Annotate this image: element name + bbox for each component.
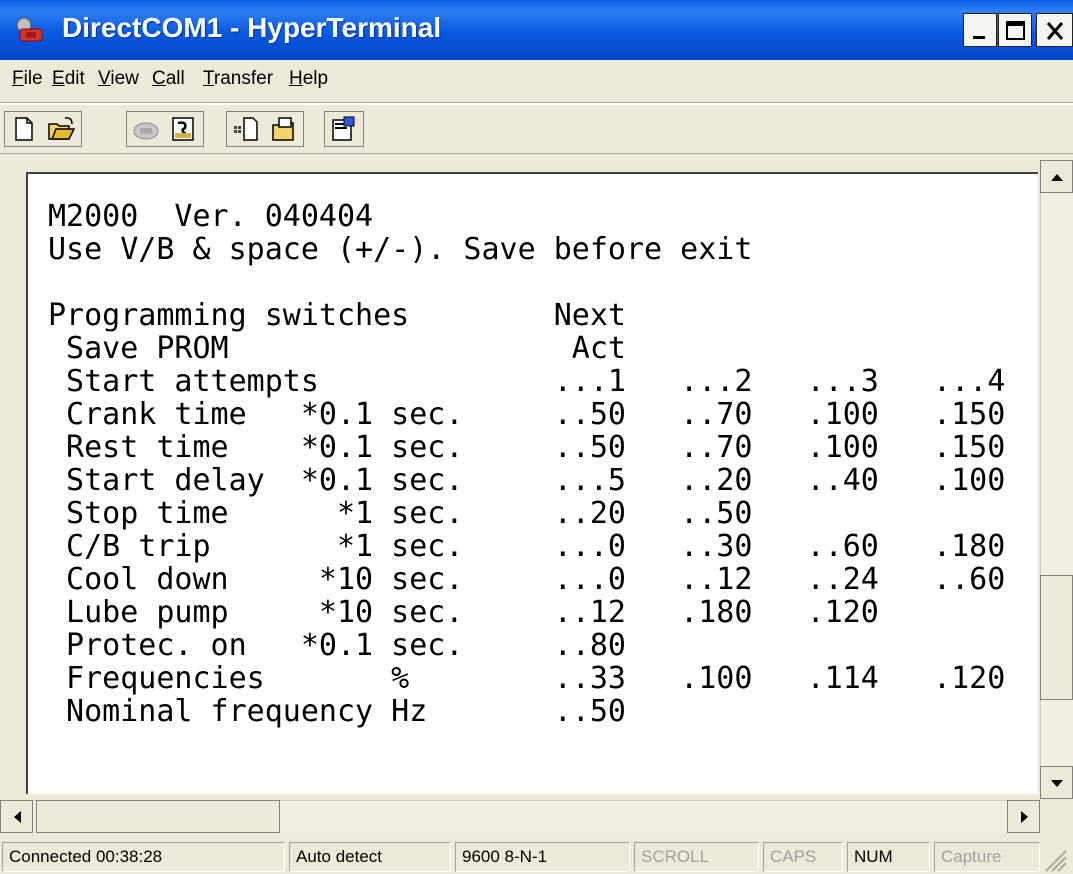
menu-view[interactable]: View xyxy=(98,68,139,90)
status-detect: Auto detect xyxy=(289,842,451,872)
status-num: NUM xyxy=(847,842,930,872)
hyperterminal-phone-icon xyxy=(16,17,43,42)
status-port-settings: 9600 8-N-1 xyxy=(455,842,630,872)
toolbar-group-file xyxy=(4,111,82,147)
terminal-line: Protec. on *0.1 sec. ..80 xyxy=(48,628,626,663)
send-icon xyxy=(234,117,258,141)
disconnect-button[interactable] xyxy=(165,112,201,146)
scroll-down-button[interactable] xyxy=(1040,766,1073,799)
vertical-scrollbar[interactable] xyxy=(1040,160,1073,798)
menu-bar: File Edit View Call Transfer Help xyxy=(0,60,1073,102)
terminal-line: Start attempts ...1 ...2 ...3 ...4 xyxy=(48,364,1006,399)
terminal-line: Nominal frequency Hz ..50 xyxy=(48,694,626,729)
resize-grip-icon[interactable] xyxy=(1040,845,1070,873)
terminal-screen[interactable]: M2000 Ver. 040404 Use V/B & space (+/-). … xyxy=(26,172,1038,794)
toolbar xyxy=(0,105,1073,154)
terminal-text: M2000 Ver. 040404 Use V/B & space (+/-). … xyxy=(48,200,1005,728)
terminal-line: Lube pump *10 sec. ..12 .180 .120 xyxy=(48,595,879,630)
call-button[interactable] xyxy=(128,112,164,146)
window-title: DirectCOM1 - HyperTerminal xyxy=(62,12,442,43)
call-icon xyxy=(133,122,159,140)
open-button[interactable] xyxy=(43,112,79,146)
status-caps: CAPS xyxy=(763,842,843,872)
new-connection-button[interactable] xyxy=(6,112,42,146)
terminal-line: M2000 Ver. 040404 xyxy=(48,199,374,234)
disconnect-icon xyxy=(172,117,194,141)
menu-edit[interactable]: Edit xyxy=(52,68,85,90)
terminal-line: C/B trip *1 sec. ...0 ..30 ..60 .180 xyxy=(48,529,1006,564)
status-connected: Connected 00:38:28 xyxy=(2,842,285,872)
menu-help[interactable]: Help xyxy=(289,68,328,90)
terminal-line: Crank time *0.1 sec. ..50 ..70 .100 .150 xyxy=(48,397,1006,432)
minimize-icon xyxy=(973,36,985,39)
properties-icon xyxy=(332,116,355,141)
menu-file[interactable]: File xyxy=(12,68,43,90)
horizontal-scroll-thumb[interactable] xyxy=(36,800,280,833)
terminal-line: Programming switches Next xyxy=(48,298,626,333)
scroll-left-button[interactable] xyxy=(0,800,33,833)
menu-call[interactable]: Call xyxy=(152,68,185,90)
up-arrow-icon xyxy=(1051,174,1063,181)
scroll-up-button[interactable] xyxy=(1040,160,1073,193)
title-bar[interactable]: DirectCOM1 - HyperTerminal xyxy=(0,0,1073,60)
receive-icon xyxy=(272,117,294,141)
vertical-scroll-thumb[interactable] xyxy=(1040,575,1073,700)
terminal-line: Cool down *10 sec. ...0 ..12 ..24 ..60 xyxy=(48,562,1006,597)
status-scroll: SCROLL xyxy=(634,842,759,872)
toolbar-group-transfer xyxy=(226,111,304,147)
terminal-line: Frequencies % ..33 .100 .114 .120 xyxy=(48,661,1006,696)
terminal-line: Save PROM Act xyxy=(48,331,626,366)
toolbar-group-call xyxy=(126,111,204,147)
new-connection-icon xyxy=(15,117,33,141)
left-arrow-icon xyxy=(14,811,21,823)
terminal-line: Rest time *0.1 sec. ..50 ..70 .100 .150 xyxy=(48,430,1006,465)
maximize-icon xyxy=(1006,21,1025,40)
scrollbar-corner xyxy=(1040,800,1073,833)
open-icon xyxy=(48,117,75,140)
minimize-button[interactable] xyxy=(963,13,997,47)
scroll-right-button[interactable] xyxy=(1007,800,1040,833)
toolbar-group-properties xyxy=(324,111,364,147)
close-button[interactable] xyxy=(1036,13,1073,47)
send-button[interactable] xyxy=(228,112,264,146)
terminal-line: Use V/B & space (+/-). Save before exit xyxy=(48,232,753,267)
terminal-line: Start delay *0.1 sec. ...5 ..20 ..40 .10… xyxy=(48,463,1006,498)
status-bar: Connected 00:38:28 Auto detect 9600 8-N-… xyxy=(0,836,1073,874)
down-arrow-icon xyxy=(1051,780,1063,787)
close-icon xyxy=(1046,22,1064,40)
maximize-button[interactable] xyxy=(998,13,1032,47)
terminal-line: Stop time *1 sec. ..20 ..50 xyxy=(48,496,753,531)
right-arrow-icon xyxy=(1021,811,1028,823)
status-capture: Capture xyxy=(934,842,1040,872)
menu-transfer[interactable]: Transfer xyxy=(203,68,273,90)
receive-button[interactable] xyxy=(265,112,301,146)
properties-button[interactable] xyxy=(326,112,362,146)
